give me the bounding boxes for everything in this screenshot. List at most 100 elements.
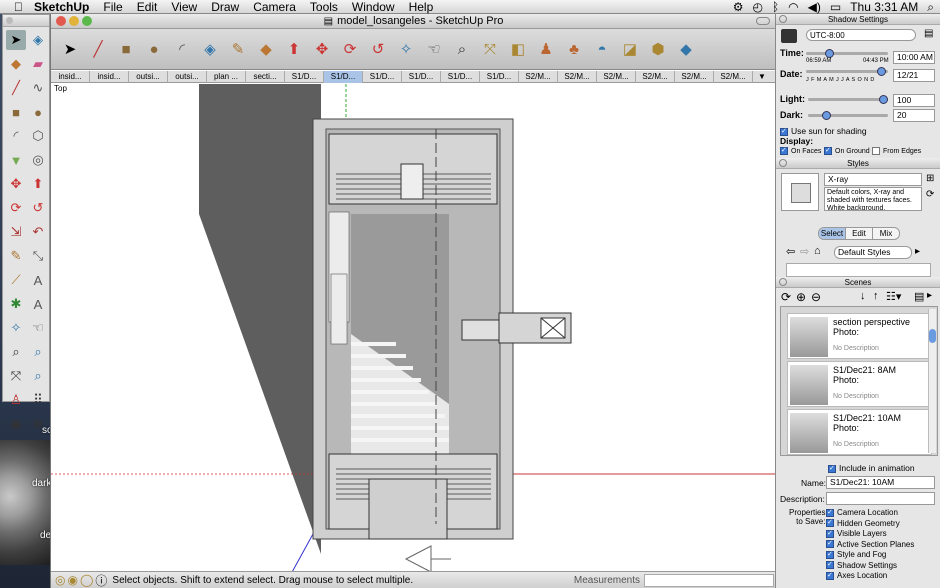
scene-tab[interactable]: insid...	[51, 71, 90, 83]
orbit-icon[interactable]: ✧	[395, 38, 417, 60]
pushpull2-tool-icon[interactable]: ⬆	[28, 174, 48, 194]
battery-icon[interactable]: ▭	[830, 0, 841, 14]
eraser-icon[interactable]: ◈	[199, 38, 221, 60]
fog-icon[interactable]: ◪	[619, 38, 641, 60]
menu-clock[interactable]: Thu 3:31 AM	[850, 0, 918, 14]
move-tool-icon[interactable]: ✥	[6, 174, 26, 194]
style-thumbnails-strip[interactable]	[786, 263, 931, 277]
details-icon[interactable]: ▤	[914, 290, 924, 303]
polygon-tool-icon[interactable]: ⬡	[28, 126, 48, 146]
menu-draw[interactable]: Draw	[204, 0, 246, 14]
eraser-tool-icon[interactable]: ▰	[28, 54, 48, 74]
paint-bucket-tool-icon[interactable]: ◆	[6, 54, 26, 74]
shadow-details-icon[interactable]: ▤	[924, 28, 933, 39]
component-tool-icon[interactable]: ◈	[28, 30, 48, 50]
orbit-tool-icon[interactable]: ✧	[6, 318, 26, 338]
move-scene-down-icon[interactable]: ↓	[860, 290, 866, 302]
freehand-tool-icon[interactable]: ∿	[28, 78, 48, 98]
spotlight-icon[interactable]: ⌕	[927, 0, 934, 14]
light-slider-thumb[interactable]	[879, 95, 888, 104]
position-camera-tool-icon[interactable]: ♙	[6, 390, 26, 410]
style-name-field[interactable]: X-ray	[824, 173, 922, 186]
time-slider-thumb[interactable]	[824, 49, 834, 58]
scene-tab[interactable]: S1/D...	[402, 71, 441, 83]
prop-shadow-settings[interactable]: Shadow Settings	[826, 560, 914, 572]
style-collection-select[interactable]: Default Styles	[834, 246, 912, 259]
scene-tab[interactable]: secti...	[246, 71, 285, 83]
expand-icon[interactable]: ▸	[927, 290, 932, 301]
update-style-icon[interactable]: ⟳	[926, 189, 934, 200]
create-style-icon[interactable]: ⊞	[926, 173, 934, 184]
menu-camera[interactable]: Camera	[246, 0, 303, 14]
menu-tools[interactable]: Tools	[303, 0, 345, 14]
scene-item[interactable]: S1/Dec21: 8AM Photo: No Description	[787, 361, 932, 407]
menu-help[interactable]: Help	[402, 0, 441, 14]
pencil-icon[interactable]: ╱	[87, 38, 109, 60]
view-options-icon[interactable]: ☷▾	[886, 290, 901, 303]
wifi-icon[interactable]: ◠	[788, 0, 798, 14]
circle-icon[interactable]: ●	[143, 38, 165, 60]
protractor-tool-icon[interactable]: ⟋	[6, 270, 26, 290]
select-tool-icon[interactable]: ➤	[6, 30, 26, 50]
home-icon[interactable]: ⌂	[814, 245, 821, 257]
zoom-window-icon[interactable]	[82, 16, 92, 26]
arc-icon[interactable]: ◜	[171, 38, 193, 60]
light-field[interactable]: 100	[893, 94, 935, 107]
pan-icon[interactable]: ☜	[423, 38, 445, 60]
scene-item-selected[interactable]: S1/Dec21: 10AM Photo: No Description	[787, 409, 932, 455]
tab-select[interactable]: Select	[819, 228, 845, 239]
tab-mix[interactable]: Mix	[872, 228, 899, 239]
offset2-tool-icon[interactable]: ↶	[28, 222, 48, 242]
on-faces-checkbox[interactable]: On Faces	[780, 146, 821, 155]
follow-me-icon[interactable]: ↺	[367, 38, 389, 60]
menu-file[interactable]: File	[96, 0, 129, 14]
light-slider[interactable]	[808, 95, 888, 104]
push-pull-icon[interactable]: ⬆	[283, 38, 305, 60]
zoom-window-tool-icon[interactable]: ⌕	[28, 342, 48, 362]
paint-bucket-icon[interactable]: ◆	[255, 38, 277, 60]
scene-description-field[interactable]	[826, 492, 935, 505]
zoom-extents-icon[interactable]: ⤧	[479, 38, 501, 60]
scene-tab[interactable]: S2/M...	[714, 71, 753, 83]
time-machine-icon[interactable]: ◴	[752, 0, 762, 14]
text-tool-icon[interactable]: A	[28, 270, 48, 290]
scenes-list[interactable]: section perspective Photo: No Description…	[780, 306, 938, 456]
previous-tool-icon[interactable]: ⌕	[28, 366, 48, 386]
use-sun-checkbox[interactable]: Use sun for shading	[780, 126, 867, 136]
dark-field[interactable]: 20	[893, 109, 935, 122]
scene-tab[interactable]: S1/D...	[285, 71, 324, 83]
offset-tool-icon[interactable]: ◎	[28, 150, 48, 170]
warehouse-icon[interactable]: ⬢	[647, 38, 669, 60]
toolbar-toggle-icon[interactable]	[756, 17, 770, 25]
select-icon[interactable]: ➤	[59, 38, 81, 60]
prop-active-section-planes[interactable]: Active Section Planes	[826, 539, 914, 551]
shadow-settings-header[interactable]: Shadow Settings	[776, 14, 940, 25]
shadow-toggle-icon[interactable]	[781, 29, 797, 43]
date-slider-thumb[interactable]	[876, 67, 886, 76]
tabs-overflow-icon[interactable]: ▼	[753, 71, 771, 83]
minimize-window-icon[interactable]	[69, 16, 79, 26]
menu-window[interactable]: Window	[345, 0, 402, 14]
follow-me-tool-icon[interactable]: ↺	[28, 198, 48, 218]
prop-visible-layers[interactable]: Visible Layers	[826, 529, 914, 540]
spotlight-extras-icon[interactable]: ⚙	[733, 0, 744, 14]
tab-edit[interactable]: Edit	[845, 228, 872, 239]
shadows-icon[interactable]: ◓	[591, 38, 613, 60]
menu-app-name[interactable]: SketchUp	[27, 0, 96, 14]
zoom-tool-icon[interactable]: ⌕	[6, 342, 26, 362]
zoom-icon[interactable]: ⌕	[451, 38, 473, 60]
date-slider[interactable]	[806, 67, 888, 76]
scale-tool-icon[interactable]: ⇲	[6, 222, 26, 242]
scene-tab[interactable]: plan ...	[207, 71, 246, 83]
scene-tab[interactable]: S2/M...	[636, 71, 675, 83]
scene-tab[interactable]: S1/D...	[363, 71, 402, 83]
from-edges-checkbox[interactable]: From Edges	[872, 147, 921, 155]
3d-text-tool-icon[interactable]: A	[28, 294, 48, 314]
move-icon[interactable]: ✥	[311, 38, 333, 60]
credits-icon[interactable]: ◉	[67, 573, 77, 587]
scene-tab-selected[interactable]: S1/D...	[324, 71, 363, 83]
prop-camera-location[interactable]: Camera Location	[826, 508, 914, 519]
scene-tab[interactable]: S2/M...	[519, 71, 558, 83]
drawing-viewport[interactable]: Top	[51, 84, 776, 574]
measurements-input[interactable]	[644, 573, 774, 587]
